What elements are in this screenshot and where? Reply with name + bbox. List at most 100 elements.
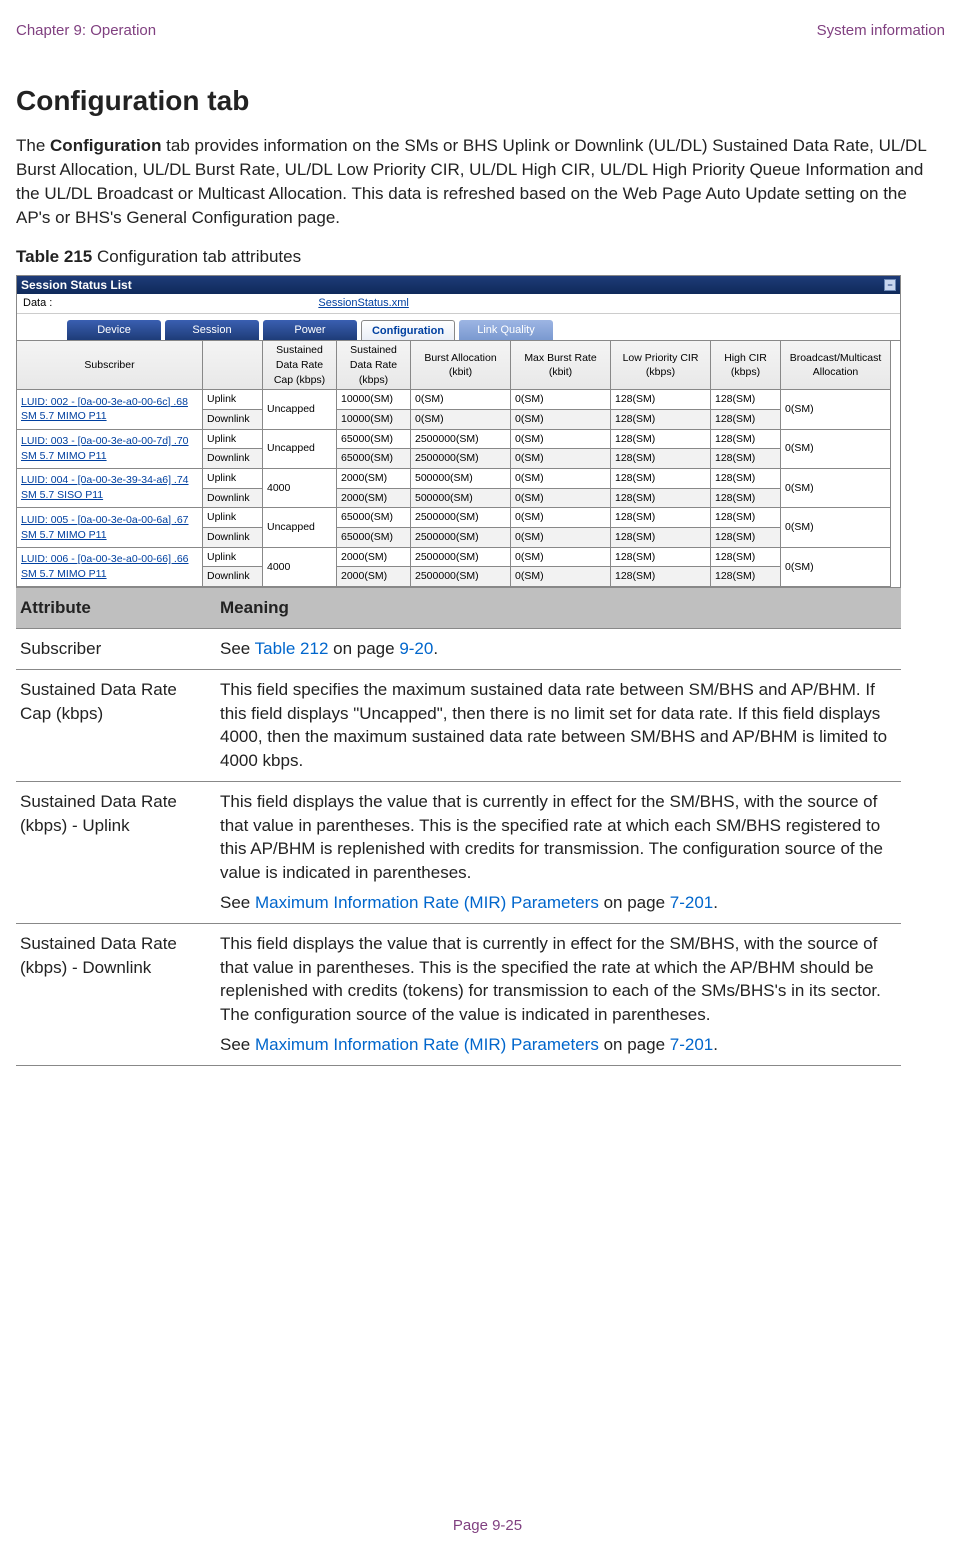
- lcir-cell: 128(SM): [611, 449, 711, 469]
- tab-link-quality[interactable]: Link Quality: [459, 320, 553, 340]
- cap-cell: 4000: [263, 548, 337, 587]
- bma-cell: 0(SM): [781, 548, 891, 587]
- hcir-cell: 128(SM): [711, 449, 781, 469]
- dir-downlink: Downlink: [203, 489, 263, 509]
- tab-configuration[interactable]: Configuration: [361, 320, 455, 340]
- col-sdr-cap: Sustained Data Rate Cap (kbps): [263, 341, 337, 390]
- ba-cell: 2500000(SM): [411, 548, 511, 568]
- sdr-cell: 65000(SM): [337, 430, 411, 450]
- attr-name: Sustained Data Rate Cap (kbps): [16, 669, 216, 781]
- ba-cell: 0(SM): [411, 410, 511, 430]
- subscriber-link[interactable]: LUID: 003 - [0a-00-3e-a0-00-7d] .70 SM 5…: [17, 430, 203, 469]
- bma-cell: 0(SM): [781, 469, 891, 508]
- col-sdr: Sustained Data Rate (kbps): [337, 341, 411, 390]
- intro-strong: Configuration: [50, 136, 161, 155]
- mbr-cell: 0(SM): [511, 469, 611, 489]
- lcir-cell: 128(SM): [611, 430, 711, 450]
- dir-downlink: Downlink: [203, 449, 263, 469]
- hcir-cell: 128(SM): [711, 489, 781, 509]
- attr-name: Sustained Data Rate (kbps) - Uplink: [16, 781, 216, 923]
- cap-cell: Uncapped: [263, 390, 337, 429]
- attr-meaning: See Table 212 on page 9-20.: [216, 628, 901, 669]
- hcir-cell: 128(SM): [711, 410, 781, 430]
- lcir-cell: 128(SM): [611, 469, 711, 489]
- table-ref-link[interactable]: Table 212: [255, 639, 329, 658]
- sdr-cell: 65000(SM): [337, 508, 411, 528]
- section-header: System information: [817, 20, 945, 41]
- mir-link[interactable]: Maximum Information Rate (MIR) Parameter…: [255, 893, 599, 912]
- collapse-icon[interactable]: −: [884, 279, 896, 291]
- attr-meaning-p1: This field displays the value that is cu…: [220, 932, 895, 1027]
- mbr-cell: 0(SM): [511, 508, 611, 528]
- ba-cell: 2500000(SM): [411, 528, 511, 548]
- tab-power[interactable]: Power: [263, 320, 357, 340]
- mbr-cell: 0(SM): [511, 390, 611, 410]
- tab-strip: Device Session Power Configuration Link …: [17, 314, 900, 340]
- table-caption: Table 215 Configuration tab attributes: [16, 245, 945, 269]
- dir-downlink: Downlink: [203, 410, 263, 430]
- mbr-cell: 0(SM): [511, 430, 611, 450]
- sdr-cell: 10000(SM): [337, 390, 411, 410]
- dir-uplink: Uplink: [203, 469, 263, 489]
- mbr-cell: 0(SM): [511, 449, 611, 469]
- chapter-header: Chapter 9: Operation: [16, 20, 156, 41]
- page-ref-link[interactable]: 7-201: [670, 1035, 713, 1054]
- ba-cell: 2500000(SM): [411, 567, 511, 587]
- tab-session[interactable]: Session: [165, 320, 259, 340]
- subscriber-link[interactable]: LUID: 006 - [0a-00-3e-a0-00-66] .66 SM 5…: [17, 548, 203, 587]
- dir-downlink: Downlink: [203, 567, 263, 587]
- col-bma: Broadcast/Multicast Allocation: [781, 341, 891, 390]
- page-ref-link[interactable]: 9-20: [399, 639, 433, 658]
- col-high-cir: High CIR (kbps): [711, 341, 781, 390]
- col-burst-alloc: Burst Allocation (kbit): [411, 341, 511, 390]
- mbr-cell: 0(SM): [511, 410, 611, 430]
- mir-link[interactable]: Maximum Information Rate (MIR) Parameter…: [255, 1035, 599, 1054]
- bma-cell: 0(SM): [781, 508, 891, 547]
- attr-name: Sustained Data Rate (kbps) - Downlink: [16, 923, 216, 1065]
- attr-meaning: This field specifies the maximum sustain…: [216, 669, 901, 781]
- data-label: Data :: [23, 296, 52, 311]
- attr-meaning-p1: This field displays the value that is cu…: [220, 790, 895, 885]
- session-status-figure: Session Status List − Data : SessionStat…: [16, 275, 901, 588]
- attr-meaning: This field displays the value that is cu…: [216, 781, 901, 923]
- lcir-cell: 128(SM): [611, 410, 711, 430]
- ba-cell: 2500000(SM): [411, 430, 511, 450]
- figure-titlebar: Session Status List −: [17, 276, 900, 294]
- col-subscriber: Subscriber: [17, 341, 203, 390]
- intro-paragraph: The Configuration tab provides informati…: [16, 134, 945, 229]
- page-footer: Page 9-25: [0, 1515, 975, 1536]
- lcir-cell: 128(SM): [611, 489, 711, 509]
- subscriber-link[interactable]: LUID: 002 - [0a-00-3e-a0-00-6c] .68 SM 5…: [17, 390, 203, 429]
- ba-cell: 500000(SM): [411, 489, 511, 509]
- table-caption-text: Configuration tab attributes: [92, 247, 301, 266]
- cap-cell: 4000: [263, 469, 337, 508]
- data-link[interactable]: SessionStatus.xml: [318, 296, 408, 311]
- col-low-cir: Low Priority CIR (kbps): [611, 341, 711, 390]
- col-max-burst: Max Burst Rate (kbit): [511, 341, 611, 390]
- sdr-cell: 2000(SM): [337, 489, 411, 509]
- col-direction: [203, 341, 263, 390]
- figure-data-row: Data : SessionStatus.xml: [17, 294, 900, 314]
- subscriber-link[interactable]: LUID: 005 - [0a-00-3e-0a-00-6a] .67 SM 5…: [17, 508, 203, 547]
- lcir-cell: 128(SM): [611, 508, 711, 528]
- intro-text: The: [16, 136, 50, 155]
- lcir-cell: 128(SM): [611, 567, 711, 587]
- figure-title: Session Status List: [21, 277, 132, 294]
- attr-head-attribute: Attribute: [16, 588, 216, 629]
- sdr-cell: 2000(SM): [337, 548, 411, 568]
- ba-cell: 2500000(SM): [411, 508, 511, 528]
- hcir-cell: 128(SM): [711, 430, 781, 450]
- dir-uplink: Uplink: [203, 548, 263, 568]
- bma-cell: 0(SM): [781, 390, 891, 429]
- cap-cell: Uncapped: [263, 508, 337, 547]
- table-number: Table 215: [16, 247, 92, 266]
- mbr-cell: 0(SM): [511, 489, 611, 509]
- page-title: Configuration tab: [16, 81, 945, 120]
- page-ref-link[interactable]: 7-201: [670, 893, 713, 912]
- tab-device[interactable]: Device: [67, 320, 161, 340]
- mbr-cell: 0(SM): [511, 548, 611, 568]
- subscriber-link[interactable]: LUID: 004 - [0a-00-3e-39-34-a6] .74 SM 5…: [17, 469, 203, 508]
- session-grid: Subscriber Sustained Data Rate Cap (kbps…: [17, 340, 900, 587]
- ba-cell: 2500000(SM): [411, 449, 511, 469]
- hcir-cell: 128(SM): [711, 390, 781, 410]
